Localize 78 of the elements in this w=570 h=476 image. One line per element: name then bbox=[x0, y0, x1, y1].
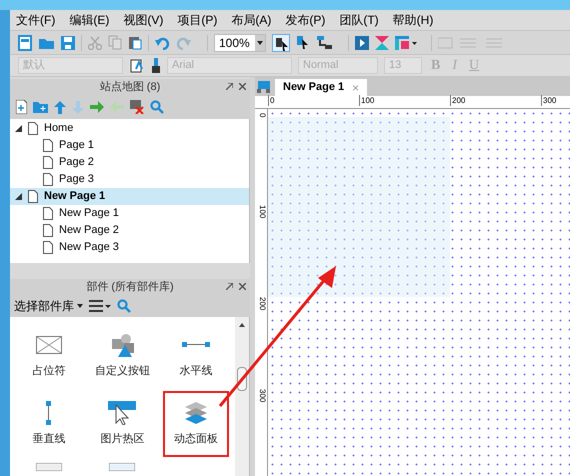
add-page-icon[interactable] bbox=[16, 100, 27, 114]
page-icon bbox=[28, 190, 38, 203]
page-tab[interactable]: New Page 1 × bbox=[275, 79, 368, 96]
scroll-up-icon[interactable] bbox=[239, 323, 245, 327]
page-icon bbox=[43, 139, 53, 152]
ruler-label: 0 bbox=[268, 95, 274, 106]
tree-item[interactable]: New Page 1 bbox=[10, 188, 249, 205]
menu-icon[interactable] bbox=[89, 300, 111, 312]
page-icon bbox=[43, 173, 53, 186]
widget-item[interactable]: 垂直线 bbox=[16, 391, 82, 457]
brush-icon[interactable] bbox=[151, 58, 161, 74]
sitemap-icon[interactable] bbox=[257, 81, 271, 93]
ruler-label: 0 bbox=[258, 113, 266, 118]
undo-icon[interactable] bbox=[155, 36, 170, 50]
tab-strip-icon bbox=[109, 463, 136, 471]
ruler-label: 200 bbox=[258, 297, 266, 310]
widget-item[interactable]: 动态面板 bbox=[163, 391, 229, 457]
menu-item[interactable]: 布局(A) bbox=[231, 11, 272, 29]
tree-item[interactable]: Page 3 bbox=[10, 171, 249, 188]
play-icon[interactable] bbox=[355, 36, 369, 50]
expanded-triangle-icon[interactable] bbox=[15, 125, 22, 132]
tree-item[interactable]: New Page 1 bbox=[10, 205, 249, 222]
pointer-icon[interactable] bbox=[296, 34, 310, 50]
zoom-value: 100% bbox=[218, 34, 251, 52]
connector-icon[interactable] bbox=[316, 34, 332, 50]
close-icon[interactable] bbox=[239, 83, 246, 90]
expanded-triangle-icon[interactable] bbox=[15, 193, 22, 200]
caret-icon bbox=[77, 304, 83, 308]
delete-page-icon[interactable] bbox=[130, 100, 144, 114]
save-icon[interactable] bbox=[61, 36, 75, 50]
tree-item[interactable]: New Page 2 bbox=[10, 222, 249, 239]
zoom-dropdown[interactable]: 100% bbox=[214, 34, 266, 52]
table-icon bbox=[36, 463, 62, 471]
close-icon[interactable] bbox=[239, 283, 246, 290]
tree-item[interactable]: New Page 3 bbox=[10, 239, 249, 256]
shape-icon[interactable] bbox=[375, 36, 389, 50]
ruler-label: 100 bbox=[258, 205, 266, 218]
publish-icon[interactable] bbox=[395, 36, 417, 50]
hotspot-cursor-icon bbox=[106, 400, 138, 425]
ruler-label: 300 bbox=[258, 389, 266, 402]
page-icon bbox=[43, 207, 53, 220]
menu-item[interactable]: 项目(P) bbox=[177, 11, 218, 29]
panel-title: 部件 (所有部件库) bbox=[86, 280, 174, 295]
widget-item[interactable]: 水平线 bbox=[163, 323, 229, 389]
float-icon[interactable] bbox=[226, 283, 233, 290]
ruler-label: 300 bbox=[541, 95, 556, 106]
search-icon[interactable] bbox=[150, 100, 164, 114]
page-icon bbox=[43, 224, 53, 237]
menu-item[interactable]: 发布(P) bbox=[285, 11, 326, 29]
page-icon bbox=[43, 241, 53, 254]
tree-item[interactable]: Home bbox=[10, 120, 249, 137]
ruler-label: 200 bbox=[450, 95, 466, 106]
menu-item[interactable]: 帮助(H) bbox=[392, 11, 434, 29]
search-icon[interactable] bbox=[117, 299, 131, 313]
menu-item[interactable]: 文件(F) bbox=[16, 11, 56, 29]
paste-icon[interactable] bbox=[128, 35, 142, 50]
vertical-line-icon bbox=[46, 400, 52, 425]
widget-item[interactable]: 图片热区 bbox=[90, 391, 156, 457]
scrollbar[interactable] bbox=[235, 317, 249, 476]
caret-icon bbox=[257, 40, 263, 44]
pointer-icon[interactable] bbox=[272, 34, 290, 52]
panel-title: 站点地图 (8) bbox=[100, 80, 160, 95]
horizontal-line-icon bbox=[182, 342, 210, 348]
format-painter-icon[interactable] bbox=[129, 58, 145, 74]
ruler-label: 100 bbox=[359, 95, 374, 106]
widget-item[interactable]: 占位符 bbox=[16, 323, 82, 389]
menu-item[interactable]: 编辑(E) bbox=[69, 11, 110, 29]
float-icon[interactable] bbox=[226, 83, 233, 90]
add-folder-icon[interactable] bbox=[33, 101, 48, 113]
up-arrow-icon[interactable] bbox=[54, 100, 66, 114]
menu-item[interactable]: 视图(V) bbox=[123, 11, 164, 29]
tree-item[interactable]: Page 1 bbox=[10, 137, 249, 154]
tree-item[interactable]: Page 2 bbox=[10, 154, 249, 171]
menu-item[interactable]: 团队(T) bbox=[339, 11, 379, 29]
page-icon bbox=[43, 156, 53, 169]
page-icon bbox=[28, 122, 38, 135]
new-page-icon[interactable] bbox=[18, 34, 32, 50]
widget-item[interactable]: 自定义按钮 bbox=[90, 323, 156, 389]
